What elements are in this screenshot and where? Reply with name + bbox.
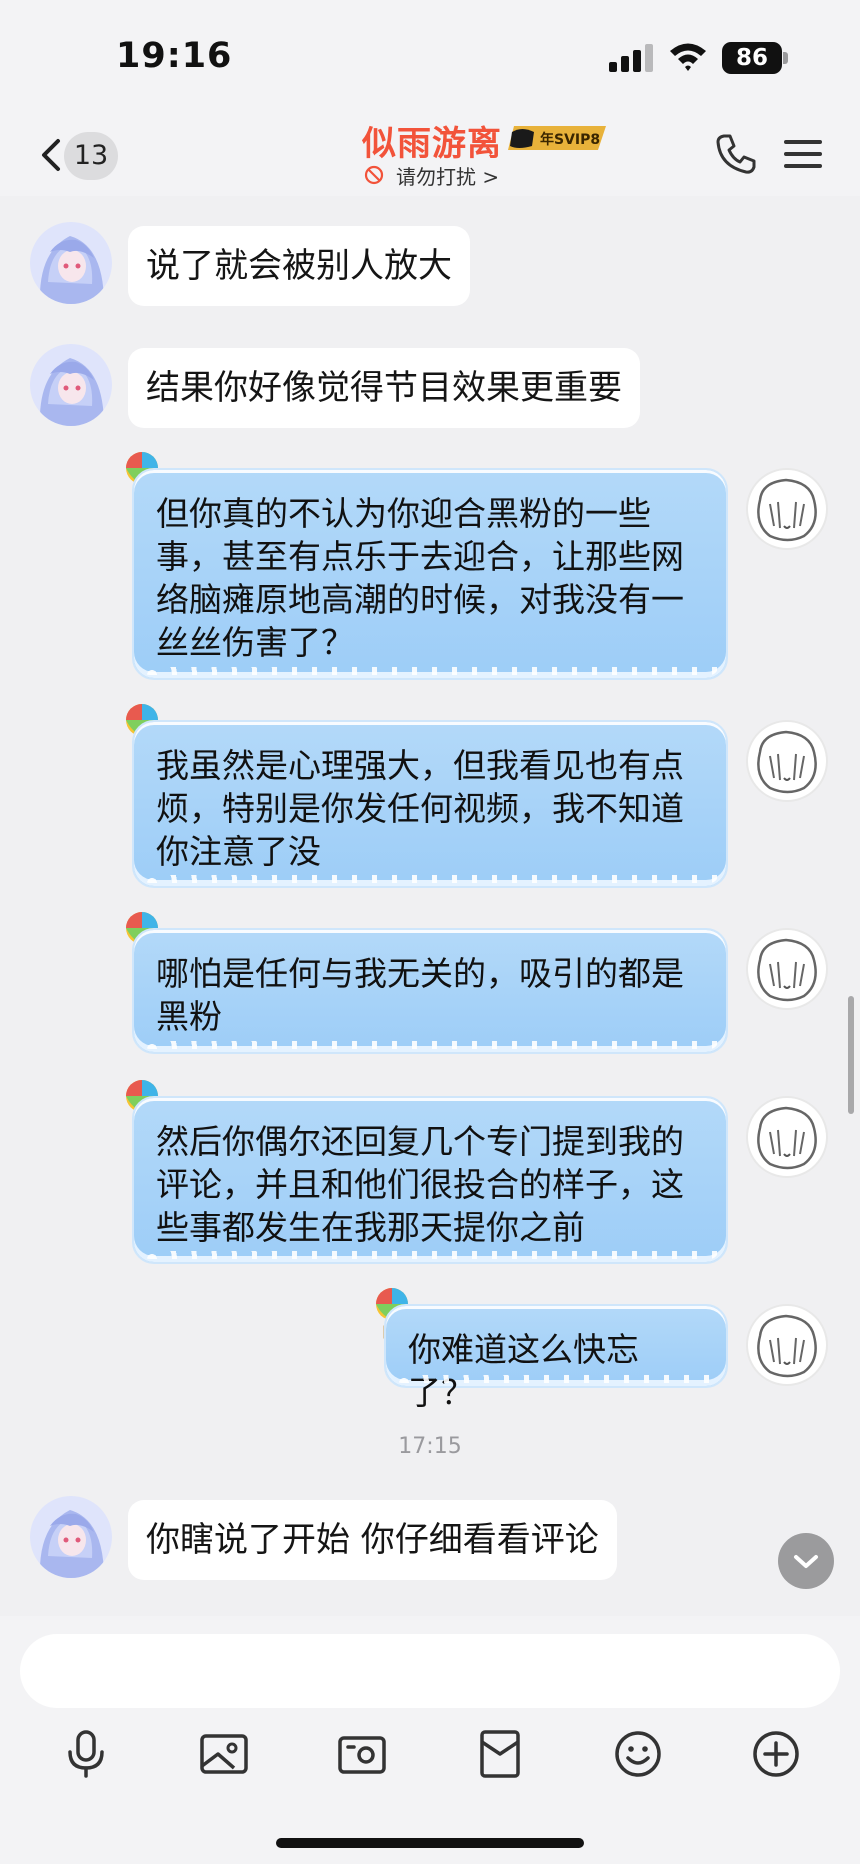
my-avatar[interactable] <box>746 928 828 1010</box>
phone-icon[interactable] <box>714 132 758 176</box>
message-line: 事，甚至有点乐于去迎合，让那些网 <box>156 537 684 576</box>
message-input[interactable] <box>20 1634 840 1708</box>
my-avatar[interactable] <box>746 1304 828 1386</box>
message-bubble-sent[interactable]: 然后你偶尔还回复几个专门提到我的 评论，并且和他们很投合的样子，这 些事都发生在… <box>132 1096 728 1264</box>
microphone-icon[interactable] <box>58 1726 114 1782</box>
my-avatar[interactable] <box>746 720 828 802</box>
image-icon[interactable] <box>196 1726 252 1782</box>
message-bubble-sent[interactable]: 但你真的不认为你迎合黑粉的一些 事，甚至有点乐于去迎合，让那些网 络脑瘫原地高潮… <box>132 468 728 680</box>
cellular-signal-icon <box>609 44 653 72</box>
bear-face-avatar-icon <box>757 1314 817 1378</box>
message-line: 评论，并且和他们很投合的样子，这 <box>156 1165 684 1204</box>
message-line: 丝丝伤害了？ <box>156 623 354 662</box>
status-time: 19:16 <box>116 36 233 76</box>
bear-face-avatar-icon <box>757 1106 817 1170</box>
anime-girl-avatar-icon <box>30 1496 112 1578</box>
home-indicator[interactable] <box>276 1838 584 1848</box>
my-avatar[interactable] <box>746 468 828 550</box>
contact-avatar[interactable] <box>30 1496 112 1578</box>
message-list[interactable]: 说了就会被别人放大 结果你好像觉得节目效果更重要 但你真的不认为你迎合黑粉的一些… <box>0 196 860 1616</box>
battery-level: 86 <box>722 42 782 74</box>
message-line: 你难道这么快忘了？ <box>408 1330 639 1412</box>
scroll-to-bottom-button[interactable] <box>778 1533 834 1589</box>
message-line: 络脑瘫原地高潮的时候，对我没有一 <box>156 580 684 619</box>
chevron-left-icon <box>42 139 60 171</box>
menu-icon[interactable] <box>784 134 824 174</box>
message-line: 烦，特别是你发任何视频，我不知道 <box>156 789 684 828</box>
do-not-disturb-status[interactable]: 请勿打扰 > <box>364 160 499 190</box>
wifi-icon <box>670 43 706 71</box>
contact-avatar[interactable] <box>30 344 112 426</box>
no-disturb-icon <box>364 165 384 185</box>
message-bubble[interactable]: 说了就会被别人放大 <box>128 226 470 306</box>
battery-tip <box>783 52 788 64</box>
status-text: 请勿打扰 > <box>396 164 500 189</box>
message-line: 然后你偶尔还回复几个专门提到我的 <box>156 1122 684 1161</box>
message-line: 黑粉 <box>156 997 222 1036</box>
message-line: 但你真的不认为你迎合黑粉的一些 <box>156 494 651 533</box>
message-bubble[interactable]: 你瞎说了开始 你仔细看看评论 <box>128 1500 617 1580</box>
plus-icon[interactable] <box>748 1726 804 1782</box>
bear-face-avatar-icon <box>757 478 817 542</box>
message-bubble-sent[interactable]: 哪怕是任何与我无关的，吸引的都是 黑粉 <box>132 928 728 1054</box>
my-avatar[interactable] <box>746 1096 828 1178</box>
anime-girl-avatar-icon <box>30 344 112 426</box>
message-line: 我虽然是心理强大，但我看见也有点 <box>156 746 684 785</box>
message-bubble-sent[interactable]: 我虽然是心理强大，但我看见也有点 烦，特别是你发任何视频，我不知道 你注意了没 <box>132 720 728 888</box>
contact-avatar[interactable] <box>30 222 112 304</box>
unread-count-badge: 13 <box>64 132 118 180</box>
input-area <box>0 1616 860 1864</box>
camera-icon[interactable] <box>334 1726 390 1782</box>
message-line: 些事都发生在我那天提你之前 <box>156 1208 585 1247</box>
emoji-icon[interactable] <box>610 1726 666 1782</box>
message-timestamp: 17:15 <box>398 1434 462 1459</box>
message-bubble[interactable]: 结果你好像觉得节目效果更重要 <box>128 348 640 428</box>
svg-text:年SVIP8: 年SVIP8 <box>540 131 600 148</box>
red-packet-icon[interactable] <box>472 1726 528 1782</box>
contact-name[interactable]: 似雨游离 <box>362 116 502 165</box>
status-bar: 19:16 86 <box>0 0 860 112</box>
scrollbar[interactable] <box>848 996 854 1114</box>
bear-face-avatar-icon <box>757 938 817 1002</box>
message-line: 哪怕是任何与我无关的，吸引的都是 <box>156 954 684 993</box>
chevron-down-icon <box>794 1555 818 1568</box>
message-line: 你注意了没 <box>156 832 321 871</box>
message-bubble-sent[interactable]: 你难道这么快忘了？ <box>384 1304 728 1412</box>
back-button[interactable]: 13 <box>28 130 118 180</box>
svip-badge: 年SVIP8 <box>508 126 606 150</box>
anime-girl-avatar-icon <box>30 222 112 304</box>
chat-header: 13 似雨游离 年SVIP8 请勿打扰 > <box>0 112 860 196</box>
bear-face-avatar-icon <box>757 730 817 794</box>
